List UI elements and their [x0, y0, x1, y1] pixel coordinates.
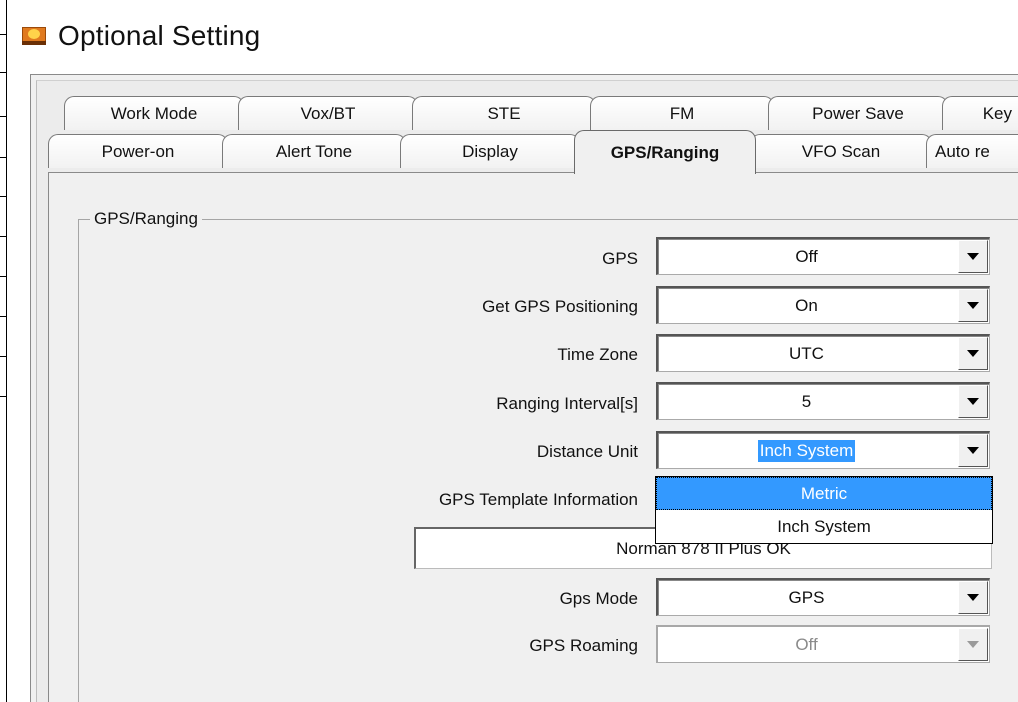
gps-value: Off	[795, 246, 818, 266]
chevron-down-icon	[967, 253, 979, 260]
chevron-down-icon	[967, 447, 979, 454]
gps-mode-label: Gps Mode	[559, 589, 638, 608]
gps-mode-value: GPS	[788, 587, 825, 607]
dropdown-button	[958, 628, 988, 661]
dropdown-button[interactable]	[958, 434, 988, 467]
tab-auto-re[interactable]: Auto re	[926, 134, 1018, 168]
dropdown-button[interactable]	[958, 581, 988, 614]
time-zone-select[interactable]: UTC	[656, 334, 990, 372]
gps-label: GPS	[602, 249, 638, 268]
distance-unit-label: Distance Unit	[536, 442, 638, 461]
ruler-tick	[0, 116, 6, 117]
ruler-tick	[0, 157, 6, 158]
gps-select[interactable]: Off	[656, 237, 990, 275]
gps-roaming-select: Off	[656, 625, 990, 663]
gps-roaming-value: Off	[795, 634, 818, 654]
tab-display[interactable]: Display	[400, 134, 580, 168]
ruler-tick	[0, 236, 6, 237]
gps-template-information-label: GPS Template Information	[438, 490, 638, 509]
tab-ste[interactable]: STE	[412, 96, 596, 130]
ranging-interval-value: 5	[801, 391, 812, 411]
ranging-interval-select[interactable]: 5	[656, 382, 990, 420]
distance-unit-dropdown-list[interactable]: Metric Inch System	[655, 476, 993, 544]
tab-vox-bt[interactable]: Vox/BT	[238, 96, 418, 130]
get-gps-positioning-select[interactable]: On	[656, 286, 990, 324]
ruler-tick	[0, 72, 6, 73]
ruler-line	[6, 0, 7, 702]
option-inch-system[interactable]: Inch System	[656, 510, 992, 543]
tab-gps-ranging[interactable]: GPS/Ranging	[574, 130, 756, 174]
gps-roaming-label: GPS Roaming	[529, 636, 638, 655]
distance-unit-value: Inch System	[757, 439, 856, 462]
ruler-tick	[0, 396, 6, 397]
tab-work-mode[interactable]: Work Mode	[64, 96, 244, 130]
ranging-interval-label: Ranging Interval[s]	[496, 394, 638, 413]
ruler-tick	[0, 316, 6, 317]
chevron-down-icon	[967, 641, 979, 648]
dropdown-button[interactable]	[958, 240, 988, 273]
tab-key[interactable]: Key	[942, 96, 1018, 130]
distance-unit-select[interactable]: Inch System	[656, 431, 990, 469]
left-ruler	[0, 0, 10, 702]
ruler-tick	[0, 276, 6, 277]
ruler-tick	[0, 356, 6, 357]
chevron-down-icon	[967, 302, 979, 309]
get-gps-positioning-value: On	[795, 295, 818, 315]
window-titlebar: Optional Setting	[22, 18, 260, 54]
chevron-down-icon	[967, 398, 979, 405]
option-metric[interactable]: Metric	[656, 477, 992, 510]
dropdown-button[interactable]	[958, 289, 988, 322]
window-title: Optional Setting	[58, 20, 261, 51]
get-gps-positioning-label: Get GPS Positioning	[482, 297, 638, 316]
tab-alert-tone[interactable]: Alert Tone	[222, 134, 406, 168]
group-label: GPS/Ranging	[90, 209, 202, 229]
time-zone-label: Time Zone	[557, 345, 638, 364]
app-logo-icon	[22, 25, 46, 47]
ruler-tick	[0, 196, 6, 197]
tab-vfo-scan[interactable]: VFO Scan	[750, 134, 932, 168]
tab-power-on[interactable]: Power-on	[48, 134, 228, 168]
tab-power-save[interactable]: Power Save	[768, 96, 948, 130]
tab-fm[interactable]: FM	[590, 96, 774, 130]
dropdown-button[interactable]	[958, 385, 988, 418]
ruler-tick	[0, 34, 6, 35]
time-zone-value: UTC	[789, 343, 824, 363]
dropdown-button[interactable]	[958, 337, 988, 370]
distance-unit-value-wrap: Inch System	[658, 433, 955, 468]
chevron-down-icon	[967, 594, 979, 601]
gps-mode-select[interactable]: GPS	[656, 578, 990, 616]
chevron-down-icon	[967, 350, 979, 357]
